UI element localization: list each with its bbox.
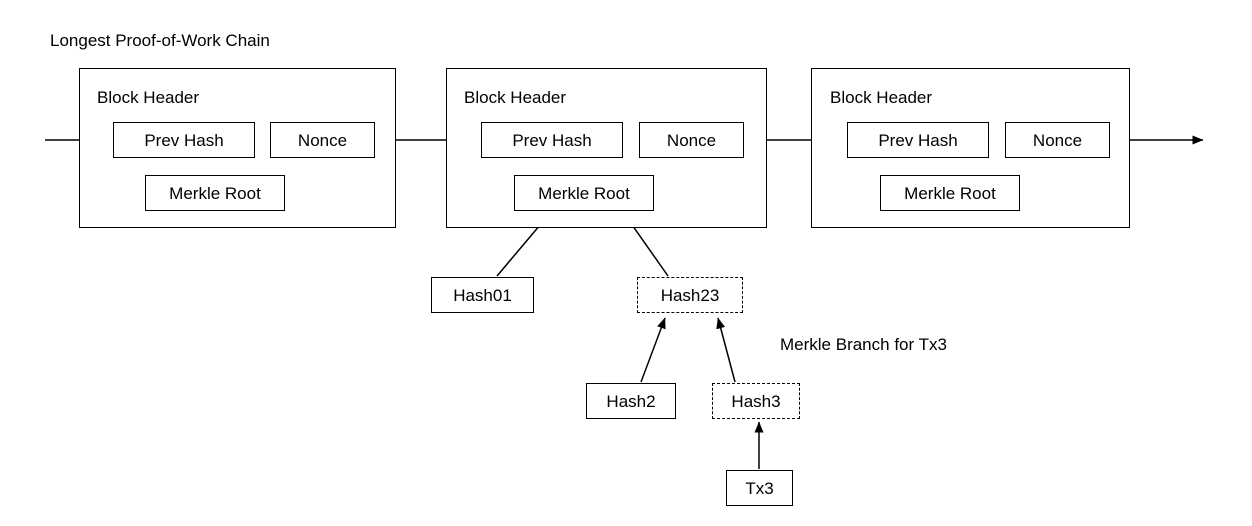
block-1-merkle-root-box[interactable]: Merkle Root xyxy=(145,175,285,211)
merkle-node-hash23[interactable]: Hash23 xyxy=(637,277,743,313)
block-3-merkle-root-label: Merkle Root xyxy=(904,183,996,203)
block-1-prev-hash-label: Prev Hash xyxy=(144,130,224,150)
block-3-prev-hash-box[interactable]: Prev Hash xyxy=(847,122,989,158)
block-1-nonce-label: Nonce xyxy=(297,130,348,150)
block-1-nonce-box[interactable]: Nonce xyxy=(270,122,375,158)
block-2-merkle-root-box[interactable]: Merkle Root xyxy=(514,175,654,211)
block-3-nonce-label: Nonce xyxy=(1032,130,1083,150)
merkle-node-hash2-label: Hash2 xyxy=(606,391,656,411)
block-3-header-label: Block Header xyxy=(830,88,933,107)
block-3-prev-hash-label: Prev Hash xyxy=(878,130,958,150)
block-2-header-label: Block Header xyxy=(464,88,567,107)
block-1-prev-hash-box[interactable]: Prev Hash xyxy=(113,122,255,158)
block-3-nonce-box[interactable]: Nonce xyxy=(1005,122,1110,158)
merkle-node-hash3-label: Hash3 xyxy=(731,391,781,411)
block-2-prev-hash-box[interactable]: Prev Hash xyxy=(481,122,623,158)
merkle-node-hash01[interactable]: Hash01 xyxy=(431,277,534,313)
block-2-prev-hash-label: Prev Hash xyxy=(512,130,592,150)
block-2-nonce-box[interactable]: Nonce xyxy=(639,122,744,158)
merkle-node-hash2[interactable]: Hash2 xyxy=(586,383,676,419)
merkle-branch-annotation: Merkle Branch for Tx3 xyxy=(780,335,947,354)
diagram-canvas: Longest Proof-of-Work Chain Block Header… xyxy=(0,0,1252,526)
block-1-header-label: Block Header xyxy=(97,88,200,107)
merkle-node-tx3[interactable]: Tx3 xyxy=(726,470,793,506)
merkle-arrow-hash2-to-hash23 xyxy=(640,317,666,383)
merkle-arrow-hash3-to-hash23 xyxy=(716,317,736,383)
block-1-merkle-root-label: Merkle Root xyxy=(169,183,261,203)
merkle-node-hash3[interactable]: Hash3 xyxy=(712,383,800,419)
block-2-merkle-root-label: Merkle Root xyxy=(538,183,630,203)
block-3-merkle-root-box[interactable]: Merkle Root xyxy=(880,175,1020,211)
merkle-node-hash23-label: Hash23 xyxy=(660,285,720,305)
block-2-nonce-label: Nonce xyxy=(666,130,717,150)
merkle-node-tx3-label: Tx3 xyxy=(745,478,774,498)
merkle-node-hash01-label: Hash01 xyxy=(453,285,512,305)
